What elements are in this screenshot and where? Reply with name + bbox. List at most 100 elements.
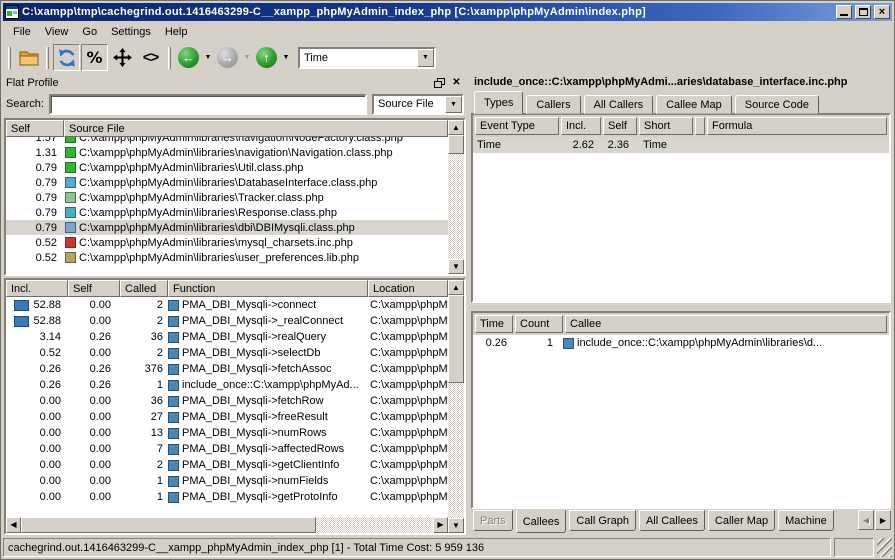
column-header-short[interactable]: Short — [639, 117, 693, 135]
main-area: Flat Profile ✕ Search: Source File ▼ — [3, 74, 892, 535]
tab-source-code[interactable]: Source Code — [735, 95, 819, 114]
table-row[interactable]: 3.14 0.26 36 PMA_DBI_Mysqli->realQuery C… — [6, 329, 448, 345]
reload-button[interactable] — [53, 44, 80, 71]
list-item[interactable]: 0.79 C:\xampp\phpMyAdmin\libraries\Datab… — [6, 175, 448, 190]
scroll-up-button[interactable]: ▲ — [448, 280, 464, 295]
table-row[interactable]: 0.00 0.00 7 PMA_DBI_Mysqli->affectedRows… — [6, 441, 448, 457]
menu-view[interactable]: View — [38, 23, 76, 41]
column-header-callee[interactable]: Callee — [565, 315, 887, 333]
tab-all-callers[interactable]: All Callers — [584, 95, 654, 114]
horizontal-scrollbar[interactable]: ◀ ▶ — [6, 517, 448, 533]
back-dropdown-caret[interactable]: ▼ — [203, 47, 213, 68]
group-by-combobox[interactable]: Source File ▼ — [372, 94, 464, 115]
expand-areas-button[interactable] — [109, 44, 136, 71]
scrollbar-thumb[interactable] — [448, 135, 464, 154]
table-row[interactable]: 52.88 0.00 2 PMA_DBI_Mysqli->_realConnec… — [6, 313, 448, 329]
scrollbar-track[interactable] — [448, 154, 464, 259]
tab-callee-map[interactable]: Callee Map — [656, 95, 732, 114]
maximize-button[interactable] — [855, 5, 871, 19]
column-header-count[interactable]: Count — [515, 315, 563, 333]
scroll-down-button[interactable]: ▼ — [448, 518, 464, 533]
tab-callers[interactable]: Callers — [526, 95, 580, 114]
open-file-button[interactable] — [15, 44, 42, 71]
cycle-detection-button[interactable]: <> — [137, 44, 164, 71]
column-header-location[interactable]: Location — [368, 280, 448, 297]
scrollbar-thumb[interactable] — [21, 517, 316, 533]
list-item[interactable]: 0.79 C:\xampp\phpMyAdmin\libraries\Respo… — [6, 205, 448, 220]
table-row[interactable]: 0.00 0.00 2 PMA_DBI_Mysqli->getClientInf… — [6, 457, 448, 473]
scroll-up-button[interactable]: ▲ — [448, 120, 464, 135]
column-header-self[interactable]: Self — [6, 120, 64, 137]
table-row[interactable]: 0.26 0.26 376 PMA_DBI_Mysqli->fetchAssoc… — [6, 361, 448, 377]
scroll-left-button[interactable]: ◀ — [6, 517, 21, 533]
column-header-formula[interactable]: Formula — [707, 117, 887, 135]
combobox-dropdown-button[interactable]: ▼ — [417, 49, 434, 67]
column-header-self[interactable]: Self — [603, 117, 637, 135]
tab-call-graph[interactable]: Call Graph — [569, 510, 636, 531]
table-row[interactable]: 0.00 0.00 27 PMA_DBI_Mysqli->freeResult … — [6, 409, 448, 425]
back-button[interactable]: ← — [175, 44, 202, 71]
float-dock-button[interactable] — [432, 76, 447, 89]
table-row[interactable]: 0.52 0.00 2 PMA_DBI_Mysqli->selectDb C:\… — [6, 345, 448, 361]
table-row[interactable]: 52.88 0.00 2 PMA_DBI_Mysqli->connect C:\… — [6, 297, 448, 313]
menu-help[interactable]: Help — [158, 23, 195, 41]
menu-go[interactable]: Go — [75, 23, 104, 41]
list-item[interactable]: 0.52 C:\xampp\phpMyAdmin\libraries\mysql… — [6, 235, 448, 250]
scrollbar-track[interactable] — [316, 517, 433, 533]
float-icon — [434, 78, 445, 88]
scrollbar-thumb[interactable] — [448, 295, 464, 383]
list-item[interactable]: 0.79 C:\xampp\phpMyAdmin\libraries\Util.… — [6, 160, 448, 175]
menu-file[interactable]: File — [6, 23, 38, 41]
pane-splitter[interactable] — [471, 303, 891, 311]
vertical-scrollbar[interactable]: ▲ ▼ — [448, 120, 464, 274]
column-header-incl[interactable]: Incl. — [6, 280, 68, 297]
list-item[interactable]: 1.57 C:\xampp\phpMyAdmin\libraries\navig… — [6, 137, 448, 145]
table-row[interactable]: 0.00 0.00 13 PMA_DBI_Mysqli->numRows C:\… — [6, 425, 448, 441]
event-type-combobox[interactable]: Time ▼ — [298, 47, 436, 69]
toolbar-handle[interactable] — [168, 47, 171, 69]
column-header-function[interactable]: Function — [168, 280, 368, 297]
table-row[interactable]: 0.00 0.00 1 PMA_DBI_Mysqli->getProtoInfo… — [6, 489, 448, 505]
list-item[interactable]: 0.79 C:\xampp\phpMyAdmin\libraries\dbi\D… — [6, 220, 448, 235]
scroll-down-button[interactable]: ▼ — [448, 259, 464, 274]
tab-scroll-right-button[interactable]: ▶ — [875, 510, 891, 530]
tab-types[interactable]: Types — [474, 91, 523, 114]
list-item[interactable]: 0.52 C:\xampp\phpMyAdmin\libraries\user_… — [6, 250, 448, 265]
search-input[interactable] — [49, 94, 367, 115]
table-row[interactable]: 0.00 0.00 1 PMA_DBI_Mysqli->numFields C:… — [6, 473, 448, 489]
close-button[interactable]: × — [874, 5, 890, 19]
list-item[interactable]: 1.31 C:\xampp\phpMyAdmin\libraries\navig… — [6, 145, 448, 160]
column-header-called[interactable]: Called — [120, 280, 168, 297]
scroll-right-button[interactable]: ▶ — [433, 517, 448, 533]
forward-button[interactable]: → — [214, 44, 241, 71]
column-header-self[interactable]: Self — [68, 280, 120, 297]
scrollbar-track[interactable] — [448, 383, 464, 518]
menu-settings[interactable]: Settings — [104, 23, 158, 41]
table-row[interactable]: 0.00 0.00 36 PMA_DBI_Mysqli->fetchRow C:… — [6, 393, 448, 409]
table-row[interactable]: 0.26 0.26 1 include_once::C:\xampp\phpMy… — [6, 377, 448, 393]
toolbar-handle[interactable] — [46, 47, 49, 69]
resize-grip[interactable] — [877, 538, 892, 557]
column-header-incl[interactable]: Incl. — [561, 117, 601, 135]
vertical-scrollbar[interactable]: ▲ ▼ — [448, 280, 464, 533]
event-types-header: Event Type Incl. Self Short Formula — [473, 115, 889, 137]
percent-toggle-button[interactable]: % — [81, 44, 108, 71]
column-header-source-file[interactable]: Source File — [64, 120, 448, 137]
close-dock-button[interactable]: ✕ — [449, 76, 464, 89]
callee-row[interactable]: 0.26 1 include_once::C:\xampp\phpMyAdmin… — [473, 335, 889, 351]
combobox-dropdown-button[interactable]: ▼ — [445, 96, 462, 113]
toolbar-handle[interactable] — [8, 47, 11, 69]
tab-callees[interactable]: Callees — [516, 510, 567, 533]
up-dropdown-caret[interactable]: ▼ — [281, 47, 291, 68]
column-header-event-type[interactable]: Event Type — [475, 117, 559, 135]
up-button[interactable]: ↑ — [253, 44, 280, 71]
event-type-row[interactable]: Time 2.62 2.36 Time — [473, 137, 889, 153]
column-header-time[interactable]: Time — [475, 315, 513, 333]
minimize-button[interactable] — [836, 5, 852, 19]
list-item[interactable]: 0.79 C:\xampp\phpMyAdmin\libraries\Track… — [6, 190, 448, 205]
tab-machine-code[interactable]: Machine — [778, 510, 834, 531]
function-icon — [168, 364, 179, 375]
tab-caller-map[interactable]: Caller Map — [708, 510, 775, 531]
function-icon — [168, 316, 179, 327]
tab-all-callees[interactable]: All Callees — [639, 510, 705, 531]
